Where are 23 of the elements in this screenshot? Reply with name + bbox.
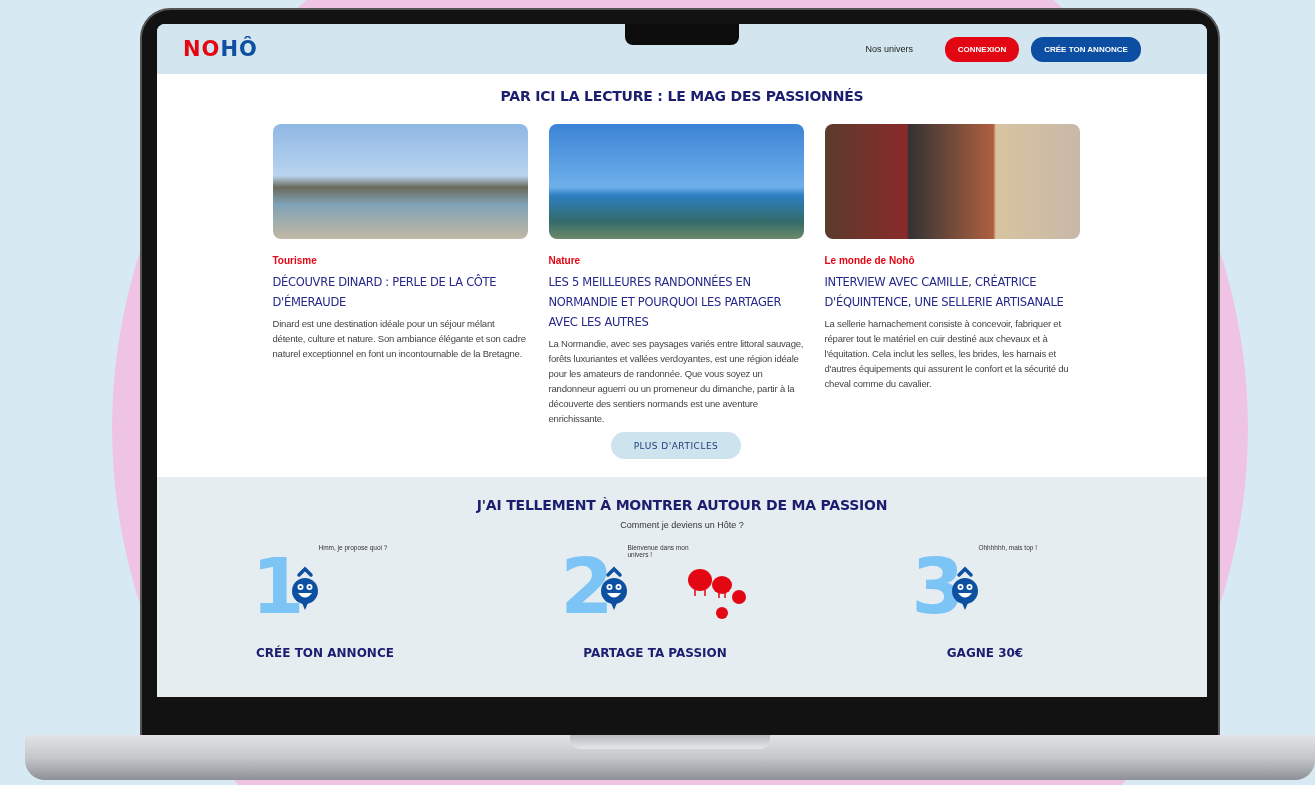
step-label: GAGNE 30€ [946, 646, 1024, 660]
step-label: CRÉE TON ANNONCE [256, 646, 394, 660]
login-button[interactable]: CONNEXION [945, 36, 1019, 62]
section-subtitle: Comment je deviens un Hôte ? [619, 520, 745, 530]
section-title: PAR ICI LA LECTURE : LE MAG DES PASSIONNÉS [499, 88, 865, 104]
step-number: 2 [560, 554, 614, 620]
step-label: PARTAGE TA PASSION [583, 646, 727, 660]
article-excerpt: Dinard est une destination idéale pour un séjour mélant détente, culture et nature. Son ambiance élégante et son cadre naturel exceptionnel en font un incontournable de la Bretagne. [272, 317, 527, 361]
nav-link[interactable]: Nos univers [865, 44, 913, 54]
article-category: Nature [548, 255, 582, 266]
article-category: Le monde de Nohô [824, 255, 916, 266]
site-logo[interactable]: NOHÔ [183, 37, 258, 61]
article-excerpt: La Normandie, avec ses paysages variés entre littoral sauvage, forêts luxuriantes et vallées verdoyantes, est une région idéale pour les amateurs de randonnée. Que vous soyez un randonneur aguerri ou un promeneur du dimanche, partir à la découverte des sentiers normands est une aventure enrichissante. [548, 337, 804, 426]
section-title: J'AI TELLEMENT À MONTRER AUTOUR DE MA PASSION [475, 497, 889, 513]
create-listing-button[interactable]: CRÉE TON ANNONCE [1031, 36, 1141, 62]
article-title[interactable]: LES 5 MEILLEURES RANDONNÉES EN NORMANDIE ET POURQUOI LES PARTAGER AVEC LES AUTRES [548, 272, 804, 332]
article-title[interactable]: INTERVIEW AVEC CAMILLE, CRÉATRICE D'ÉQUINTENCE, UNE SELLERIE ARTISANALE [824, 272, 1080, 312]
article-excerpt: La sellerie harnachement consiste à concevoir, fabriquer et réparer tout le matériel en cuir destiné aux chevaux et à l'équitation. Cela inclut les selles, les brides, les harnais et d'autres équipements qui assurent le confort et la sécurité du cheval comme du cavalier. [824, 317, 1070, 391]
article-category: Tourisme [272, 255, 318, 266]
article-title[interactable]: DÉCOUVRE DINARD : PERLE DE LA CÔTE D'ÉMERAUDE [272, 272, 528, 312]
step-number: 3 [911, 554, 965, 620]
step-number: 1 [251, 554, 305, 620]
more-articles-button[interactable]: PLUS D'ARTICLES [611, 432, 741, 459]
